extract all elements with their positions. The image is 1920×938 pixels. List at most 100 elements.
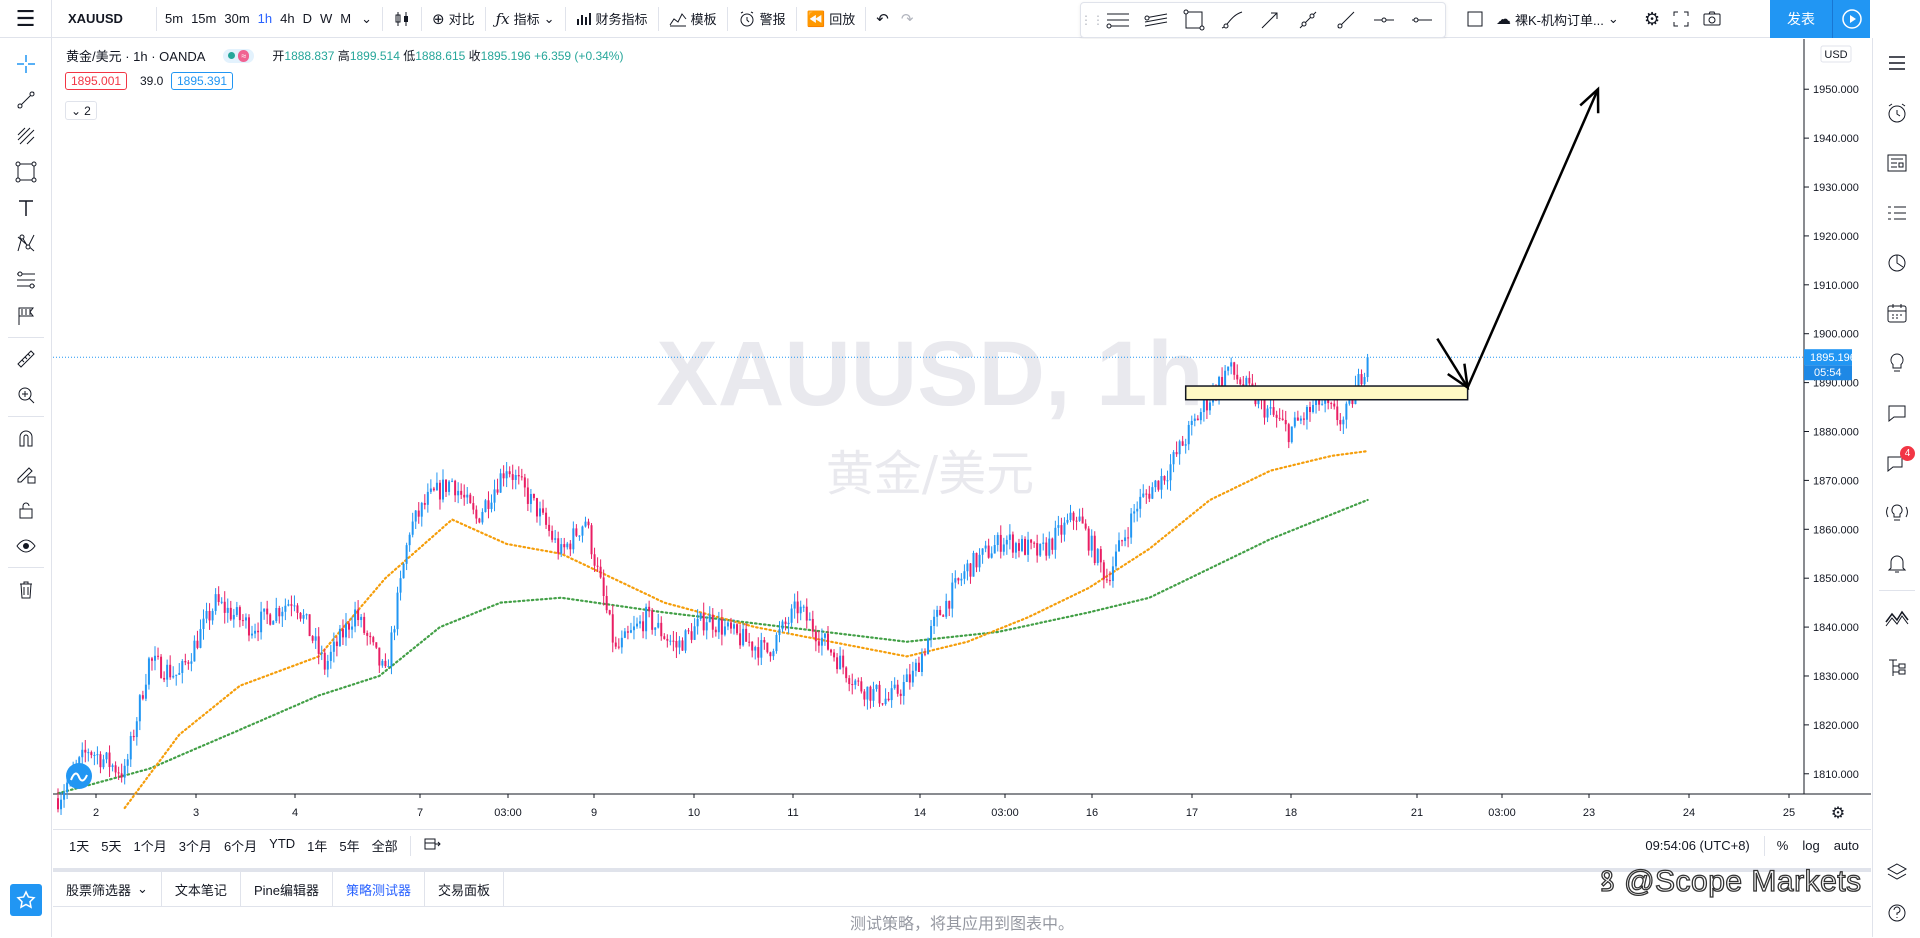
stay-drawing-tool[interactable] (0, 456, 52, 492)
hotlists-button[interactable] (1873, 238, 1920, 288)
fib-tool[interactable] (0, 118, 52, 154)
chart-type-button[interactable] (387, 0, 417, 38)
tradingview-logo[interactable] (66, 763, 92, 789)
curve-tool[interactable] (1213, 5, 1251, 35)
watchlist-button[interactable] (1873, 38, 1920, 88)
prediction-tool[interactable] (0, 262, 52, 298)
compare-button[interactable]: ⊕ 对比 (426, 0, 481, 38)
horizontal-ray-tool[interactable] (1365, 5, 1403, 35)
candle-body (1312, 404, 1315, 412)
lock-tool[interactable] (0, 492, 52, 528)
candle-body (141, 695, 144, 699)
menu-icon[interactable]: ☰ (0, 0, 52, 38)
interval-1h[interactable]: 1h (254, 0, 276, 38)
interval-5m[interactable]: 5m (161, 0, 187, 38)
range-2[interactable]: 1个月 (127, 836, 172, 855)
panel-tab-3[interactable]: 策略测试器 (333, 872, 425, 906)
range-6[interactable]: 1年 (301, 836, 333, 855)
candle-body (238, 607, 241, 621)
chats-button[interactable] (1873, 388, 1920, 438)
price-tick-label: 1820.000 (1813, 720, 1859, 732)
percent-scale-button[interactable]: % (1765, 838, 1796, 853)
bid-price-box[interactable]: 1895.001 (65, 72, 128, 90)
play-button[interactable] (1832, 0, 1870, 38)
price-chart[interactable]: XAUUSD, 1h 黄金/美元 1810.000 1820.000 1830.000 1… (53, 39, 1871, 828)
ideas-button[interactable] (1873, 338, 1920, 388)
trend-line-tool-left[interactable] (0, 82, 52, 118)
trend-line-tool[interactable] (1289, 5, 1327, 35)
select-rectangle-button[interactable] (1460, 0, 1490, 38)
interval-4h[interactable]: 4h (276, 0, 298, 38)
interval-30m[interactable]: 30m (220, 0, 253, 38)
news-button[interactable] (1873, 138, 1920, 188)
streams-button[interactable] (1873, 488, 1920, 538)
data-window-button[interactable] (1873, 188, 1920, 238)
range-8[interactable]: 全部 (366, 836, 404, 855)
fullscreen-button[interactable] (1666, 0, 1696, 38)
candle-body (351, 626, 354, 630)
magnet-tool[interactable] (0, 420, 52, 456)
undo-button[interactable]: ↶ (870, 0, 895, 38)
help-button[interactable] (1873, 888, 1920, 938)
bell-button[interactable] (1873, 538, 1920, 588)
crosshair-tool[interactable] (0, 46, 52, 82)
candle-body (984, 545, 987, 549)
pattern-tool[interactable] (0, 226, 52, 262)
interval-15m[interactable]: 15m (187, 0, 220, 38)
layout-name-button[interactable]: ☁ 裸K-机构订单... ⌄ (1490, 0, 1638, 38)
favorites-button[interactable] (10, 884, 42, 916)
redo-button[interactable]: ↷ (895, 0, 920, 38)
measure-tool[interactable] (0, 341, 52, 377)
drag-handle[interactable]: ⋮⋮ (1080, 5, 1104, 35)
axis-settings-gear-icon[interactable]: ⚙ (1831, 803, 1845, 822)
goto-date-button[interactable] (417, 835, 447, 856)
panel-tab-2[interactable]: Pine编辑器 (241, 872, 333, 906)
alerts-button[interactable] (1873, 88, 1920, 138)
ray-tool[interactable] (1327, 5, 1365, 35)
screenshot-button[interactable] (1696, 0, 1728, 38)
parallel-channel-tool[interactable] (1137, 5, 1175, 35)
auto-scale-button[interactable]: auto (1827, 838, 1871, 853)
icon-tool[interactable] (0, 298, 52, 334)
range-3[interactable]: 3个月 (173, 836, 218, 855)
trading-button[interactable] (1873, 593, 1920, 643)
calendar-button[interactable] (1873, 288, 1920, 338)
remove-drawings-tool[interactable] (0, 571, 52, 607)
range-4[interactable]: 6个月 (218, 836, 263, 855)
range-5[interactable]: YTD (263, 836, 301, 855)
hide-tool[interactable] (0, 528, 52, 564)
alert-button[interactable]: 警报 (732, 0, 792, 38)
replay-button[interactable]: ⏪ 回放 (801, 0, 862, 38)
settings-button[interactable]: ⚙ (1638, 0, 1666, 38)
text-tool[interactable] (0, 190, 52, 226)
legend-title[interactable]: 黄金/美元 · 1h · OANDA (66, 46, 205, 65)
interval-M[interactable]: M (336, 0, 355, 38)
log-scale-button[interactable]: log (1795, 838, 1826, 853)
range-1[interactable]: 5天 (95, 836, 127, 855)
indicators-button[interactable]: ƒx 指标 ⌄ (490, 0, 561, 38)
notifications-button[interactable]: 4 (1873, 438, 1920, 488)
range-7[interactable]: 5年 (333, 836, 365, 855)
object-tree-button[interactable] (1873, 643, 1920, 693)
symbol-search[interactable]: XAUUSD (52, 11, 152, 26)
ask-price-box[interactable]: 1895.391 (171, 72, 234, 90)
panel-tab-0[interactable]: 股票筛选器 ⌄ (53, 872, 162, 906)
publish-button[interactable]: 发表 (1770, 0, 1832, 38)
financials-button[interactable]: 财务指标 (570, 0, 654, 38)
arrow-tool[interactable] (1251, 5, 1289, 35)
templates-button[interactable]: 模板 (663, 0, 723, 38)
shape-tool[interactable] (0, 154, 52, 190)
zoom-tool[interactable] (0, 377, 52, 413)
interval-W[interactable]: W (316, 0, 336, 38)
panel-tab-1[interactable]: 文本笔记 (162, 872, 241, 906)
interval-dropdown[interactable]: ⌄ (355, 0, 378, 38)
horizontal-channel-tool[interactable] (1099, 5, 1137, 35)
collapse-indicators-button[interactable]: ⌄ 2 (65, 101, 97, 120)
range-0[interactable]: 1天 (63, 836, 95, 855)
supply-zone-rectangle[interactable] (1184, 385, 1469, 401)
horizontal-line-tool[interactable] (1403, 5, 1441, 35)
interval-D[interactable]: D (299, 0, 316, 38)
rectangle-tool[interactable] (1175, 5, 1213, 35)
panel-tab-4[interactable]: 交易面板 (425, 872, 504, 906)
clock-timezone[interactable]: 09:54:06 (UTC+8) (1645, 838, 1763, 853)
